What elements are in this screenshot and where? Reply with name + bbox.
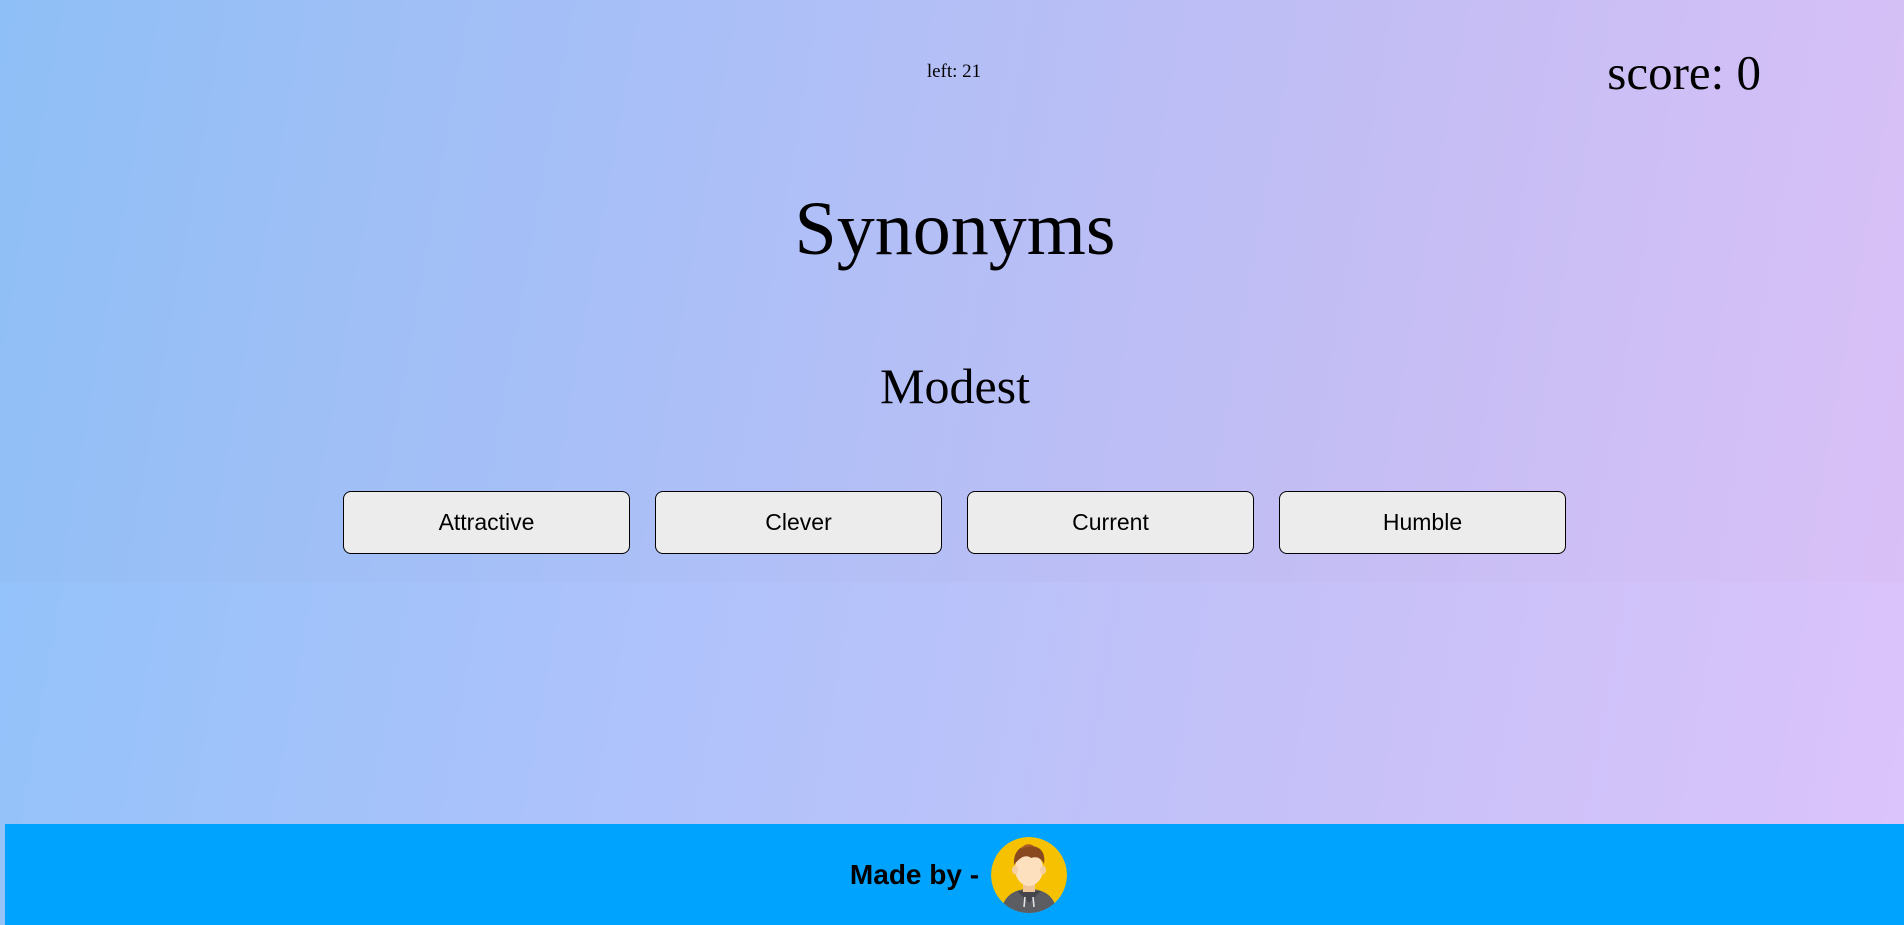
footer-credit: Made by - [849, 836, 1068, 913]
option-button-3[interactable]: Current [967, 491, 1254, 554]
game-title: Synonyms [794, 187, 1116, 271]
target-word: Modest [880, 358, 1030, 414]
made-by-label: Made by - [849, 858, 980, 890]
score-display: score: 0 [1607, 45, 1761, 100]
avatar-icon[interactable] [991, 836, 1068, 913]
option-button-1[interactable]: Attractive [343, 491, 630, 554]
option-button-2[interactable]: Clever [655, 491, 942, 554]
game-area: left: 21 score: 0 Synonyms Modest Attrac… [0, 0, 1904, 582]
answer-options: Attractive Clever Current Humble [343, 491, 1566, 554]
footer: Made by - [5, 824, 1904, 925]
option-button-4[interactable]: Humble [1279, 491, 1566, 554]
